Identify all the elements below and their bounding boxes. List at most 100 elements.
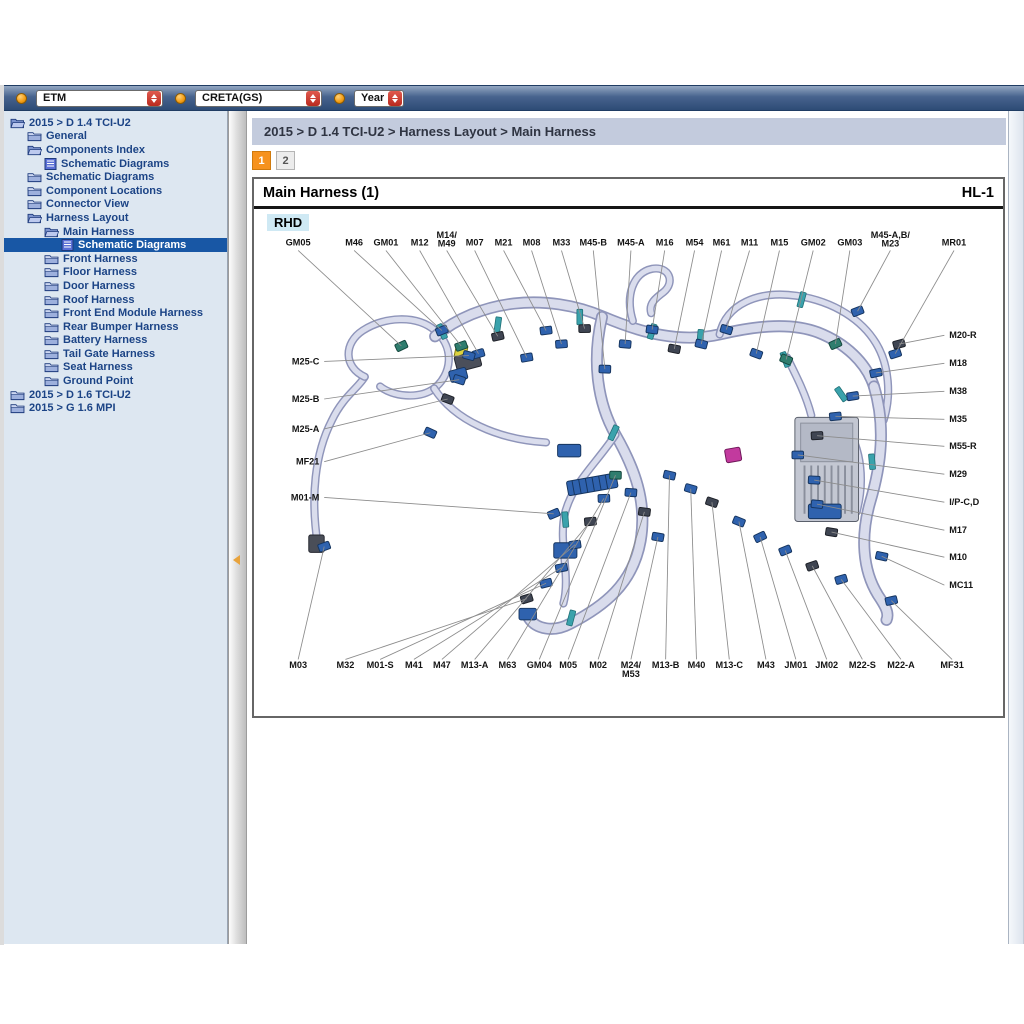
tree-item-ground-point[interactable]: Ground Point (4, 374, 227, 388)
toolbar-orange-dot-icon[interactable] (16, 93, 27, 104)
folder-icon (44, 321, 59, 333)
folder-open-icon (10, 117, 25, 129)
tree-item-schematic-diagrams[interactable]: Schematic Diagrams (4, 157, 227, 171)
tree-item-label: Component Locations (46, 185, 162, 197)
tree-item-label: 2015 > D 1.6 TCI-U2 (29, 389, 131, 401)
leader-line (853, 391, 945, 396)
connector-label: M24/M53 (621, 660, 642, 679)
page-tabs: 12 (252, 151, 1006, 171)
tree-item-label: Front Harness (63, 253, 138, 265)
tree-item-label: Door Harness (63, 280, 135, 292)
manual-type-value: ETM (43, 92, 66, 104)
tree-item-2015-g-1-6-mpi[interactable]: 2015 > G 1.6 MPI (4, 401, 227, 415)
connector-label: M41 (405, 660, 423, 670)
tree-item-2015-d-1-4-tci-u2[interactable]: 2015 > D 1.4 TCI-U2 (4, 116, 227, 130)
diagram-panel: Main Harness (1) HL-1 RHD (252, 177, 1005, 718)
folder-icon (44, 253, 59, 265)
leader-line (507, 498, 603, 659)
tree-item-label: 2015 > G 1.6 MPI (29, 402, 116, 414)
tree-item-2015-d-1-6-tci-u2[interactable]: 2015 > D 1.6 TCI-U2 (4, 388, 227, 402)
tree-item-components-index[interactable]: Components Index (4, 143, 227, 157)
tree-item-tail-gate-harness[interactable]: Tail Gate Harness (4, 347, 227, 361)
connector-label: M11 (741, 238, 758, 248)
leader-line (760, 537, 796, 659)
leader-line (756, 250, 779, 353)
connector-label: M07 (466, 238, 484, 248)
leader-line (691, 489, 697, 660)
connector-label: M55-R (949, 441, 977, 451)
connector-marker (555, 340, 567, 349)
leader-line (786, 250, 813, 359)
folder-icon (44, 375, 59, 387)
tree-item-main-harness[interactable]: Main Harness (4, 225, 227, 239)
tree-item-label: Connector View (46, 198, 129, 210)
page-tab-1[interactable]: 1 (252, 151, 271, 170)
connector-label: M22-S (849, 660, 876, 670)
connector-label: M10 (949, 552, 967, 562)
tree-item-door-harness[interactable]: Door Harness (4, 279, 227, 293)
folder-icon (10, 389, 25, 401)
select-stepper-icon[interactable] (388, 91, 402, 106)
tree-item-schematic-diagrams[interactable]: Schematic Diagrams (4, 170, 227, 184)
tree-item-harness-layout[interactable]: Harness Layout (4, 211, 227, 225)
collapse-sidebar-icon[interactable] (233, 555, 240, 565)
connector-label: M63 (499, 660, 517, 670)
connector-label: M25-C (292, 356, 320, 366)
tree-item-component-locations[interactable]: Component Locations (4, 184, 227, 198)
tree-item-front-harness[interactable]: Front Harness (4, 252, 227, 266)
connector-label: M35 (949, 414, 967, 424)
tree-item-general[interactable]: General (4, 130, 227, 144)
folder-open-icon (44, 226, 59, 238)
connector-marker (520, 353, 533, 363)
connector-label: M20-R (949, 330, 977, 340)
leader-line (598, 512, 644, 660)
connector-label: M21 (495, 238, 513, 248)
connector-label: M33 (553, 238, 571, 248)
tree-item-battery-harness[interactable]: Battery Harness (4, 334, 227, 348)
select-stepper-icon[interactable] (306, 91, 320, 106)
tree-item-connector-view[interactable]: Connector View (4, 198, 227, 212)
tree-item-schematic-diagrams[interactable]: Schematic Diagrams (4, 238, 227, 252)
tree-item-floor-harness[interactable]: Floor Harness (4, 266, 227, 280)
diagram-code: HL-1 (962, 185, 994, 201)
toolbar-orange-dot-icon[interactable] (175, 93, 186, 104)
connector-marker (808, 476, 820, 484)
leader-line (539, 475, 615, 659)
year-select[interactable]: Year (354, 90, 404, 107)
sidebar-splitter[interactable] (228, 111, 247, 944)
connector-label: MC11 (949, 580, 973, 590)
connector-label: M25-A (292, 424, 320, 434)
vehicle-model-select[interactable]: CRETA(GS) (195, 90, 322, 107)
connector-label: M15 (771, 238, 789, 248)
leader-line (504, 250, 546, 330)
connector-label: M43 (757, 660, 775, 670)
leader-line (882, 556, 945, 585)
leader-line (324, 433, 430, 462)
tree-item-label: Components Index (46, 144, 145, 156)
tree-item-label: Harness Layout (46, 212, 129, 224)
tree-item-label: Rear Bumper Harness (63, 321, 179, 333)
connector-label: I/P-C,D (949, 497, 979, 507)
folder-open-icon (27, 144, 42, 156)
connector-label: M17 (949, 525, 967, 535)
manual-type-select[interactable]: ETM (36, 90, 163, 107)
connector-label: M05 (559, 660, 577, 670)
connector-label: M45-A (617, 238, 645, 248)
vehicle-model-value: CRETA(GS) (202, 92, 262, 104)
select-stepper-icon[interactable] (147, 91, 161, 106)
connector-label: M01-M (291, 492, 320, 502)
tree-item-rear-bumper-harness[interactable]: Rear Bumper Harness (4, 320, 227, 334)
tree-item-label: Main Harness (63, 226, 135, 238)
tree-item-front-end-module-harness[interactable]: Front End Module Harness (4, 306, 227, 320)
tree-item-seat-harness[interactable]: Seat Harness (4, 361, 227, 375)
tree-item-label: Schematic Diagrams (78, 239, 186, 251)
tree-item-roof-harness[interactable]: Roof Harness (4, 293, 227, 307)
page-tab-2[interactable]: 2 (276, 151, 295, 170)
diagram-title: Main Harness (1) (263, 185, 379, 201)
toolbar-orange-dot-icon[interactable] (334, 93, 345, 104)
breadcrumb: 2015 > D 1.4 TCI-U2 > Harness Layout > M… (252, 118, 1006, 145)
vertical-scrollbar[interactable] (1008, 111, 1024, 944)
connector-label: M25-B (292, 394, 320, 404)
folder-icon (44, 294, 59, 306)
leader-line (345, 599, 526, 660)
